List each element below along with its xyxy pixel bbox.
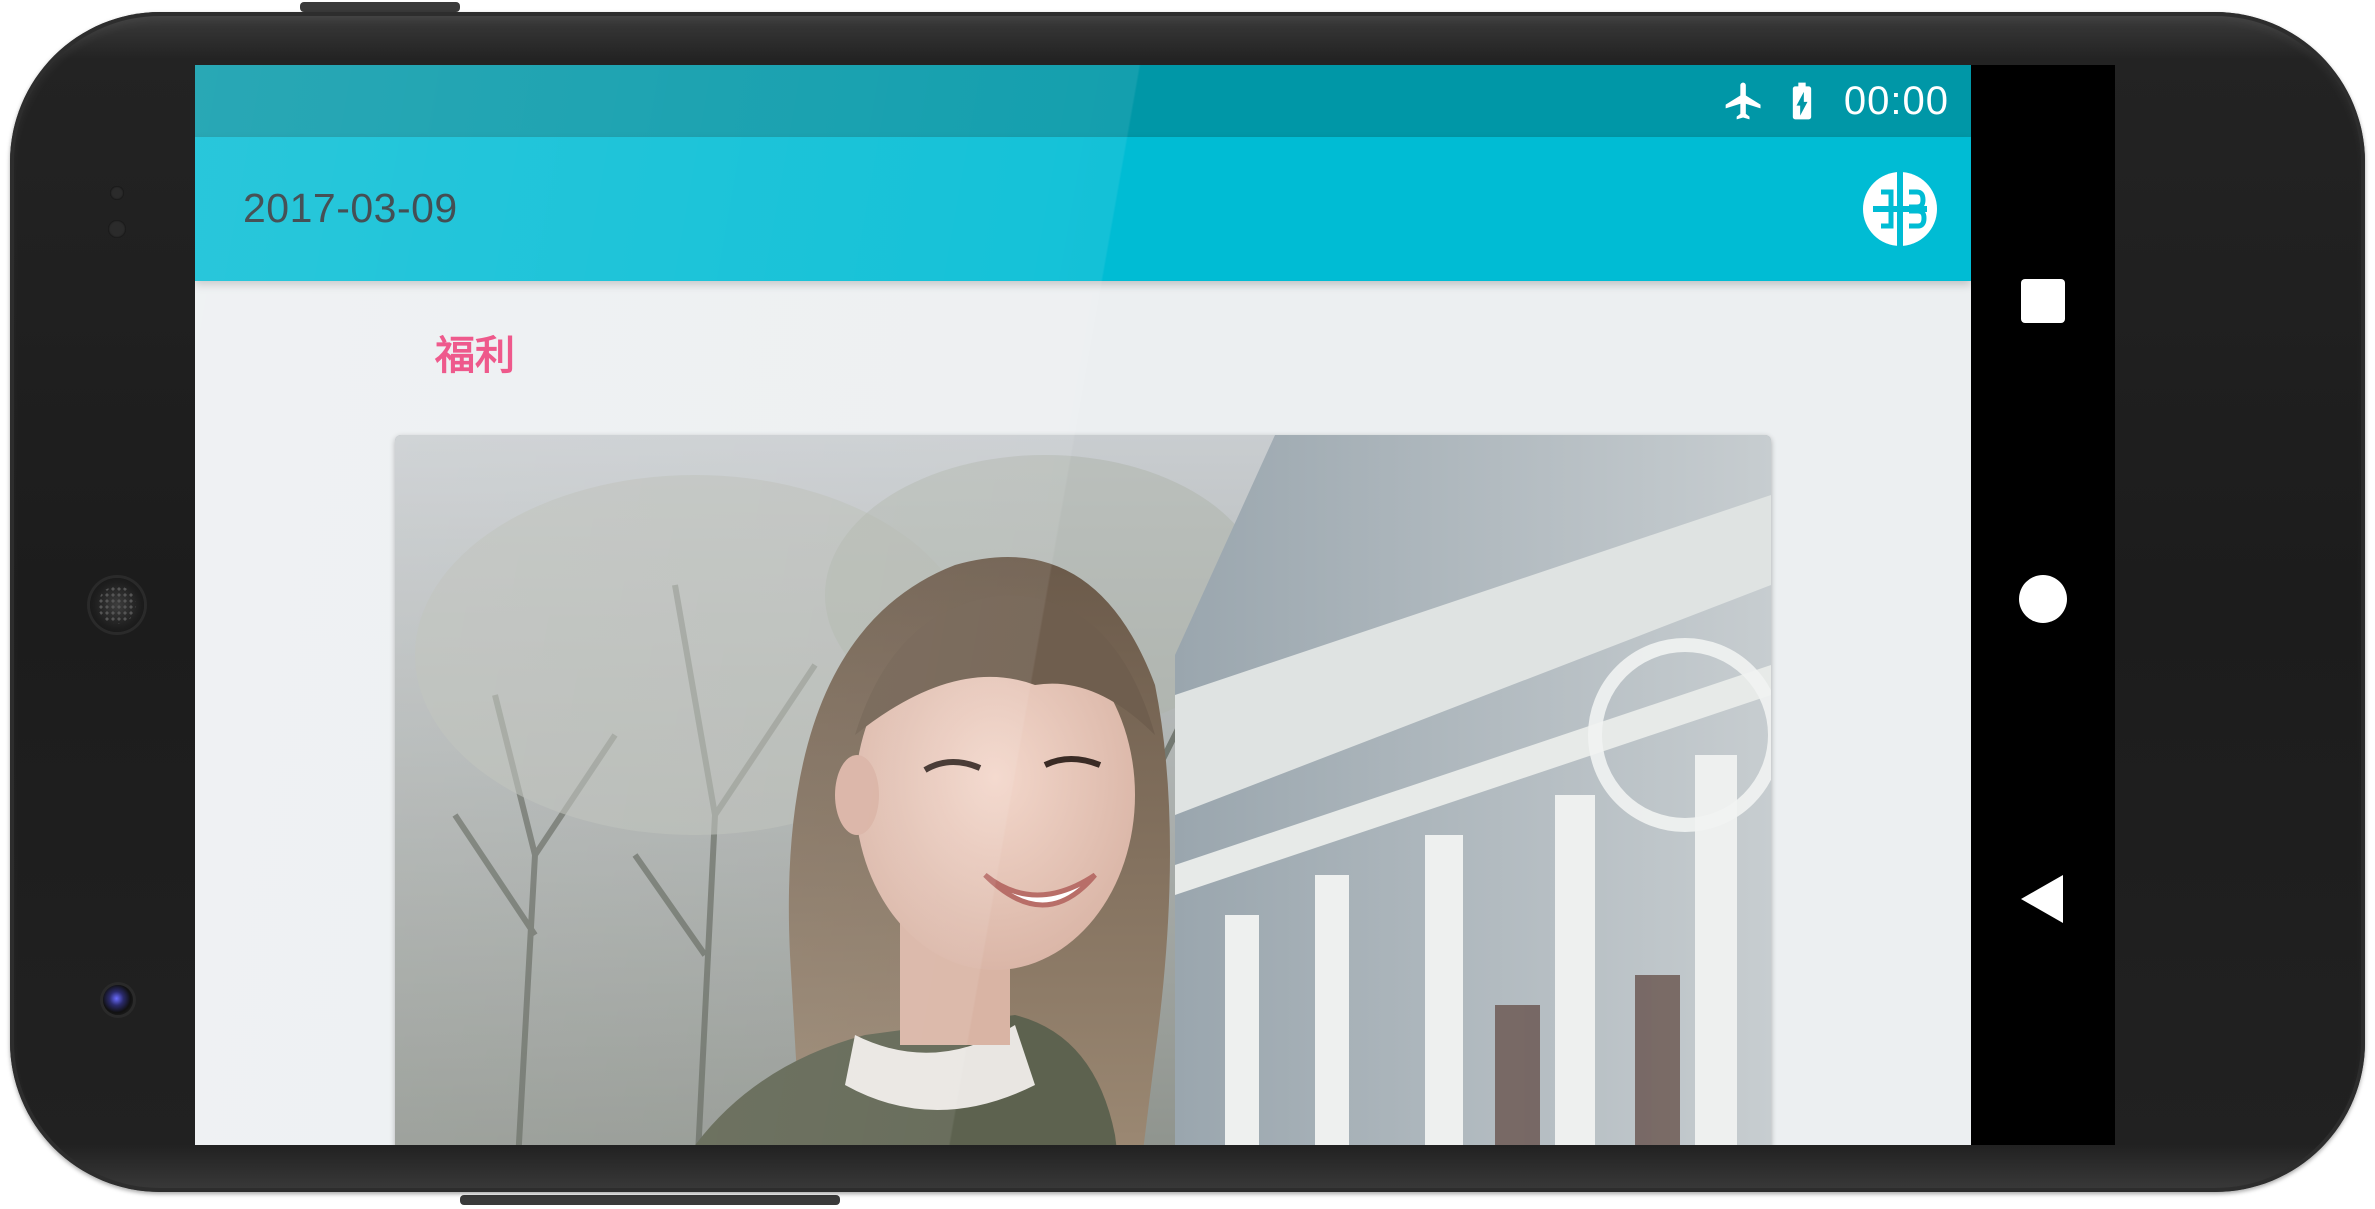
app-logo-icon[interactable] [1861,170,1939,248]
app-window: 00:00 2017-03-09 福利 [195,65,1971,1145]
home-circle-icon[interactable] [2013,569,2073,629]
device-frame: 00:00 2017-03-09 福利 [0,0,2375,1209]
status-clock: 00:00 [1843,78,1949,123]
speaker-grille [90,578,144,632]
front-camera [103,985,133,1015]
status-bar: 00:00 [195,65,1971,137]
navigation-bar [1971,65,2115,1145]
battery-charging-icon [1792,82,1812,120]
screen: 00:00 2017-03-09 福利 [195,65,2115,1145]
toolbar-title: 2017-03-09 [243,185,458,231]
photo-card[interactable] [395,435,1771,1145]
airplane-mode-icon [1725,82,1761,120]
recents-square-icon[interactable] [2013,271,2073,331]
light-sensor [108,220,126,238]
power-button [300,2,460,12]
proximity-sensor [110,186,124,200]
app-toolbar: 2017-03-09 [195,137,1971,281]
volume-button [460,1195,840,1205]
portrait-photo [395,435,1771,1145]
back-triangle-icon[interactable] [2013,869,2073,929]
category-label: 福利 [435,333,515,379]
